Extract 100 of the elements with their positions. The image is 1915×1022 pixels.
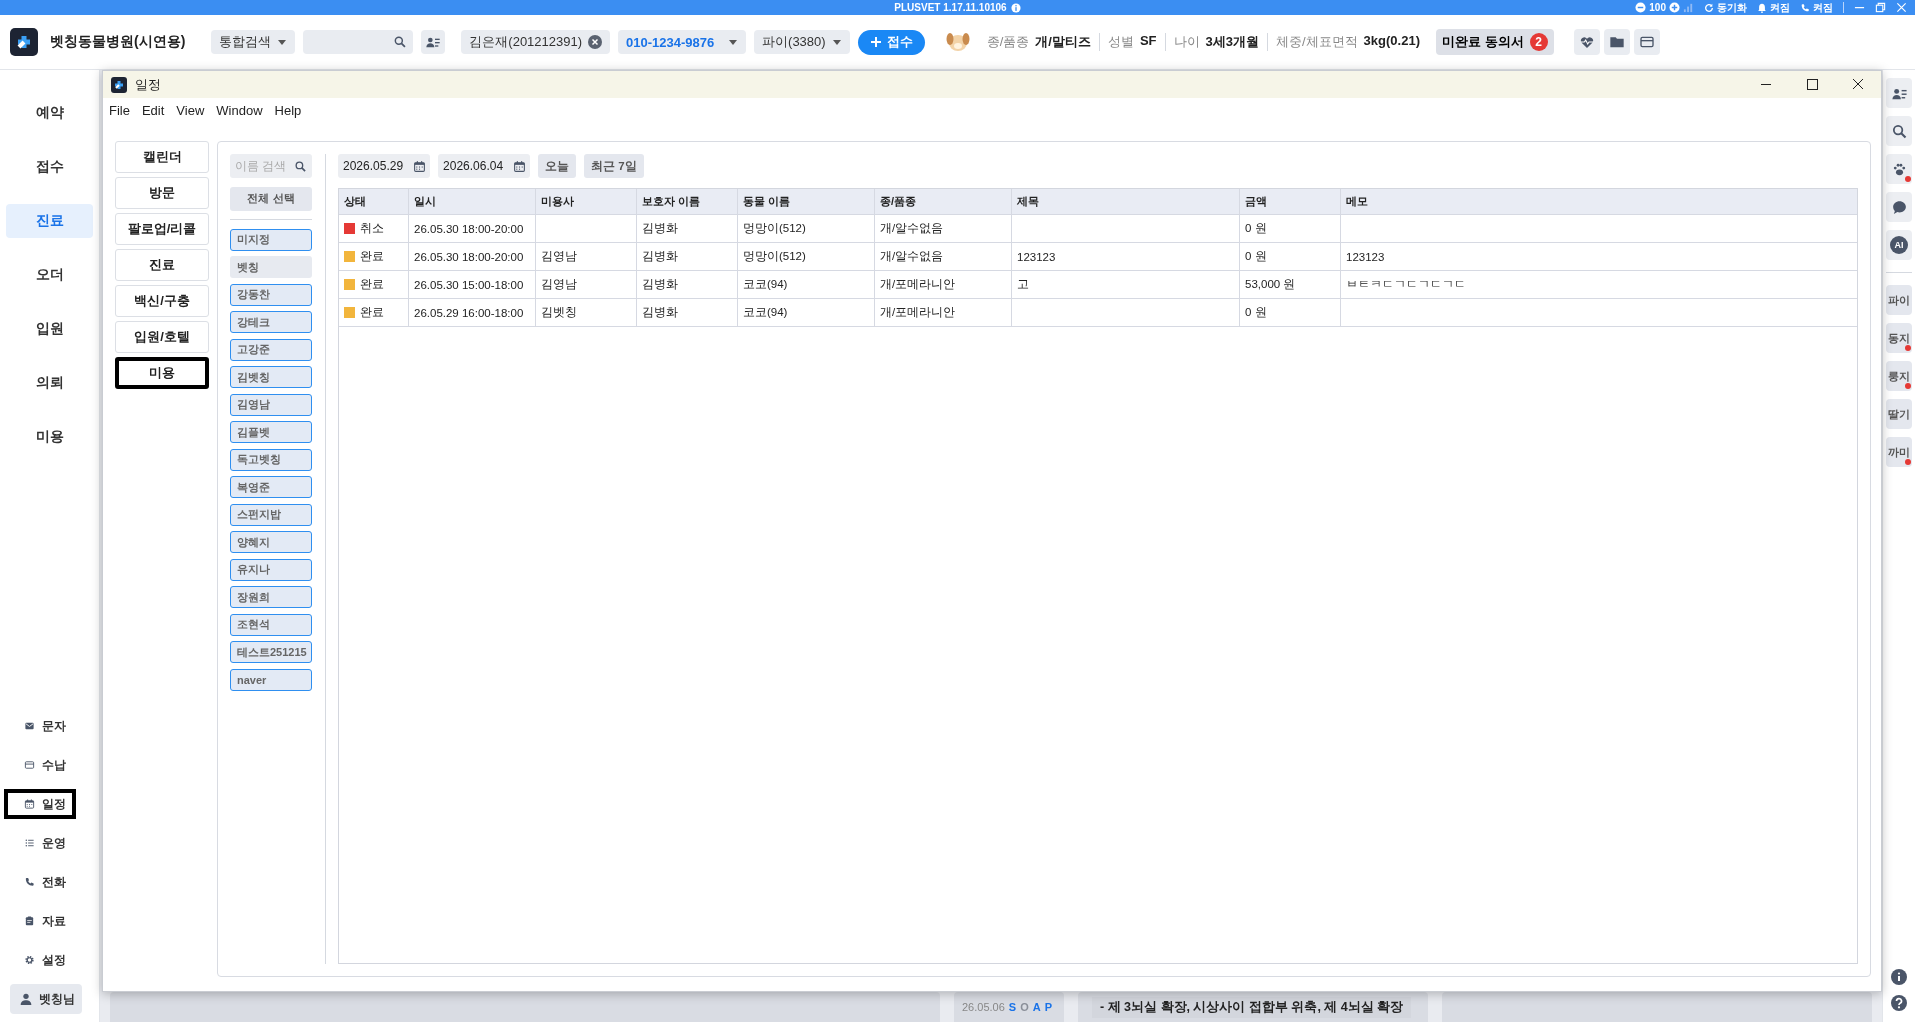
card-button[interactable] bbox=[1633, 29, 1660, 55]
category-button[interactable]: 방문 bbox=[115, 177, 209, 209]
folder-button[interactable] bbox=[1603, 29, 1630, 55]
groomer-filter[interactable]: 테스트251215 bbox=[230, 641, 312, 663]
search-icon bbox=[393, 35, 408, 49]
search-button[interactable] bbox=[1886, 116, 1912, 146]
groomer-filter[interactable]: 벳칭 bbox=[230, 256, 312, 278]
caret-icon bbox=[831, 37, 842, 47]
menu-item[interactable]: Help bbox=[274, 103, 302, 118]
nav-item[interactable]: 입원 bbox=[6, 312, 93, 346]
table-cell: 개/알수없음 bbox=[875, 215, 1012, 242]
phone-dropdown[interactable]: 010-1234-9876 bbox=[618, 30, 747, 54]
register-button[interactable]: 접수 bbox=[857, 29, 925, 55]
groomer-filter[interactable]: 복영준 bbox=[230, 476, 312, 498]
pet-tab[interactable]: 동지 bbox=[1886, 323, 1912, 353]
soap-tab[interactable]: A bbox=[1032, 1001, 1041, 1013]
search-field[interactable] bbox=[303, 30, 414, 54]
nav-item[interactable]: 설정 bbox=[4, 945, 76, 975]
column-header: 일시 bbox=[409, 189, 536, 214]
pet-tab[interactable]: 까미 bbox=[1886, 437, 1912, 467]
soap-tab[interactable]: P bbox=[1044, 1001, 1053, 1013]
info-icon[interactable] bbox=[1890, 968, 1908, 986]
table-cell: 개/포메라니안 bbox=[875, 271, 1012, 298]
notification-toggle[interactable]: 켜짐 bbox=[1757, 0, 1790, 15]
nav-item[interactable]: 운영 bbox=[4, 828, 76, 858]
category-button[interactable]: 팔로업/리콜 bbox=[115, 213, 209, 245]
groomer-filter[interactable]: 김플벳 bbox=[230, 421, 312, 443]
groomer-filter[interactable]: 미지정 bbox=[230, 228, 312, 251]
date-field[interactable]: 2026.05.29 bbox=[338, 154, 431, 178]
consent-button[interactable]: 미완료 동의서 2 bbox=[1436, 29, 1554, 55]
nav-item[interactable]: 수납 bbox=[4, 750, 76, 780]
nav-item[interactable]: 접수 bbox=[6, 150, 93, 184]
paw-button[interactable] bbox=[1886, 154, 1912, 184]
category-button[interactable]: 백신/구충 bbox=[115, 285, 209, 317]
info-label: 성별 bbox=[1107, 33, 1134, 51]
zoom-out-icon[interactable] bbox=[1635, 2, 1647, 13]
restore-icon[interactable] bbox=[1875, 2, 1886, 13]
today-button[interactable]: 오늘 bbox=[538, 154, 577, 178]
category-button[interactable]: 미용 bbox=[115, 357, 209, 389]
nav-item[interactable]: 일정 bbox=[4, 789, 76, 819]
search-icon bbox=[294, 159, 307, 173]
select-all-button[interactable]: 전체 선택 bbox=[230, 186, 312, 211]
folder-icon bbox=[1608, 34, 1625, 50]
nav-item[interactable]: 오더 bbox=[6, 258, 93, 292]
category-button[interactable]: 진료 bbox=[115, 249, 209, 281]
groomer-filter[interactable]: 고강준 bbox=[230, 338, 312, 361]
nav-item[interactable]: 자료 bbox=[4, 906, 76, 936]
close-icon[interactable] bbox=[1896, 2, 1907, 13]
menu-item[interactable]: View bbox=[176, 103, 205, 118]
menu-item[interactable]: File bbox=[109, 103, 130, 118]
table-cell: 김병화 bbox=[637, 271, 738, 298]
help-icon[interactable] bbox=[1890, 994, 1908, 1012]
table-cell: 멍망이(512) bbox=[738, 215, 875, 242]
table-cell: 0 원 bbox=[1240, 299, 1341, 326]
nav-item[interactable]: 문자 bbox=[4, 711, 76, 741]
groomer-filter[interactable]: 독고벳칭 bbox=[230, 448, 312, 471]
menu-item[interactable]: Window bbox=[216, 103, 263, 118]
calendar-icon[interactable] bbox=[413, 159, 427, 173]
soap-tab[interactable]: S bbox=[1008, 1001, 1017, 1013]
phone-toggle[interactable]: 켜짐 bbox=[1800, 0, 1833, 15]
calendar-icon[interactable] bbox=[513, 159, 527, 173]
health-button[interactable] bbox=[1573, 29, 1600, 55]
groomer-filter[interactable]: 김벳칭 bbox=[230, 366, 312, 388]
groomer-filter[interactable]: 강테크 bbox=[230, 311, 312, 333]
sync-button[interactable]: 동기화 bbox=[1704, 0, 1747, 15]
table-cell: 김병화 bbox=[637, 243, 738, 270]
last-7-days-button[interactable]: 최근 7일 bbox=[584, 154, 644, 178]
groomer-filter[interactable]: 유지나 bbox=[230, 558, 312, 581]
nav-item[interactable]: 의뢰 bbox=[6, 366, 93, 400]
category-button[interactable]: 캘린더 bbox=[115, 141, 209, 173]
groomer-filter[interactable]: naver bbox=[230, 668, 312, 691]
nav-item[interactable]: 예약 bbox=[6, 96, 93, 130]
menu-item[interactable]: Edit bbox=[141, 103, 165, 118]
user-button[interactable]: 벳칭님 bbox=[10, 984, 82, 1014]
status-text: 완료 bbox=[360, 249, 384, 264]
search-type-dropdown[interactable]: 통합검색 bbox=[211, 30, 296, 54]
pet-tab[interactable]: 딸기 bbox=[1886, 399, 1912, 429]
nav-item[interactable]: 미용 bbox=[6, 420, 93, 454]
date-field[interactable]: 2026.06.04 bbox=[438, 154, 531, 178]
groomer-filter[interactable]: 김영남 bbox=[230, 393, 312, 416]
patient-search-button[interactable] bbox=[421, 30, 446, 54]
pet-dropdown[interactable]: 파이(3380) bbox=[754, 30, 850, 54]
groomer-filter[interactable]: 양혜지 bbox=[230, 531, 312, 553]
groomer-filter[interactable]: 강동찬 bbox=[230, 283, 312, 306]
nav-item[interactable]: 전화 bbox=[4, 867, 76, 897]
groomer-filter[interactable]: 스펀지밥 bbox=[230, 503, 312, 526]
groomer-filter[interactable]: 조현석 bbox=[230, 613, 312, 636]
chat-button[interactable] bbox=[1886, 192, 1912, 222]
pet-tab[interactable]: 룽지 bbox=[1886, 361, 1912, 391]
pet-tab[interactable]: 파이 bbox=[1886, 285, 1912, 315]
clear-icon[interactable] bbox=[588, 35, 603, 49]
contacts-button[interactable] bbox=[1886, 78, 1912, 108]
table-cell: 코코(94) bbox=[738, 271, 875, 298]
patient-chip[interactable]: 김은재(201212391) bbox=[461, 30, 611, 54]
ai-button[interactable]: AI bbox=[1886, 230, 1912, 260]
zoom-in-icon[interactable] bbox=[1669, 2, 1680, 13]
category-button[interactable]: 입원/호텔 bbox=[115, 321, 209, 353]
nav-item[interactable]: 진료 bbox=[6, 204, 93, 238]
groomer-filter[interactable]: 장원희 bbox=[230, 586, 312, 608]
column-header: 미용사 bbox=[536, 189, 637, 214]
